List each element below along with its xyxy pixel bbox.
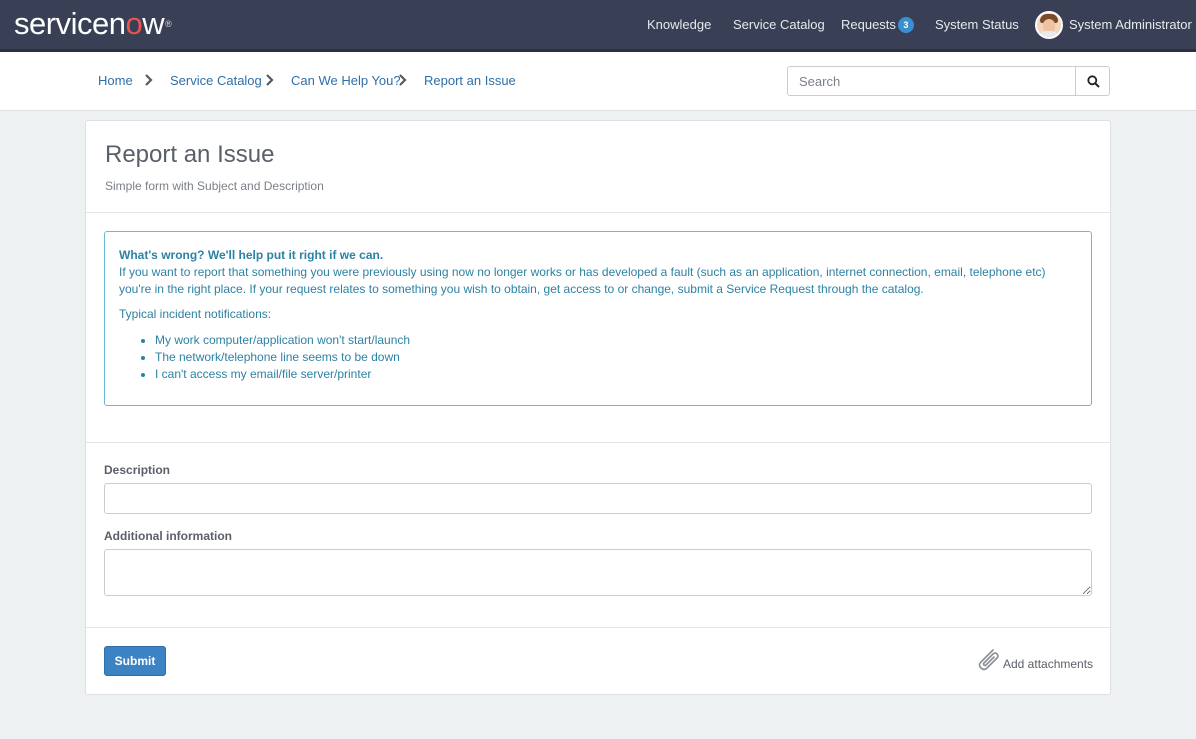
info-heading: What's wrong? We'll help put it right if…	[119, 248, 384, 262]
info-typical-heading: Typical incident notifications:	[119, 307, 272, 321]
divider	[86, 442, 1110, 443]
search-icon	[1087, 75, 1100, 88]
search-input[interactable]	[787, 66, 1076, 96]
nav-service-catalog-link[interactable]: Service Catalog	[733, 17, 825, 33]
nav-requests-label: Requests	[841, 17, 896, 32]
user-avatar[interactable]	[1035, 11, 1063, 39]
page-title: Report an Issue	[105, 141, 275, 168]
paperclip-icon	[978, 649, 999, 671]
search-button[interactable]	[1075, 66, 1110, 96]
breadcrumb-service-catalog[interactable]: Service Catalog	[170, 73, 262, 89]
chevron-right-icon	[265, 72, 275, 88]
user-menu-name[interactable]: System Administrator	[1069, 17, 1192, 33]
info-box: What's wrong? We'll help put it right if…	[104, 231, 1092, 406]
description-label: Description	[104, 463, 171, 477]
breadcrumb-can-we-help[interactable]: Can We Help You?	[291, 73, 401, 89]
additional-information-field[interactable]	[104, 549, 1092, 596]
divider	[86, 212, 1110, 213]
page-subtitle: Simple form with Subject and Description	[105, 179, 324, 193]
chevron-right-icon	[144, 72, 154, 88]
nav-requests-link[interactable]: Requests 3	[841, 16, 914, 34]
nav-knowledge-link[interactable]: Knowledge	[647, 17, 711, 33]
breadcrumb-home[interactable]: Home	[98, 73, 133, 89]
servicenow-logo[interactable]: servicenow®	[14, 8, 172, 39]
description-field[interactable]	[104, 483, 1092, 514]
list-item: My work computer/application won't start…	[155, 332, 1077, 349]
requests-count-badge: 3	[897, 16, 914, 33]
add-attachments-label: Add attachments	[1003, 657, 1094, 671]
submit-button[interactable]: Submit	[104, 646, 166, 676]
breadcrumb-report-an-issue[interactable]: Report an Issue	[424, 73, 516, 89]
breadcrumb-bar: Home Service Catalog Can We Help You? Re…	[0, 52, 1196, 111]
list-item: I can't access my email/file server/prin…	[155, 366, 1077, 383]
info-examples-list: My work computer/application won't start…	[119, 332, 1077, 383]
chevron-right-icon	[398, 72, 408, 88]
divider	[86, 627, 1110, 628]
top-navbar: servicenow® Knowledge Service Catalog Re…	[0, 0, 1196, 52]
info-body: If you want to report that something you…	[119, 265, 1046, 296]
additional-information-label: Additional information	[104, 529, 232, 543]
nav-system-status-link[interactable]: System Status	[935, 17, 1019, 33]
report-issue-card: Report an Issue Simple form with Subject…	[85, 120, 1111, 695]
list-item: The network/telephone line seems to be d…	[155, 349, 1077, 366]
